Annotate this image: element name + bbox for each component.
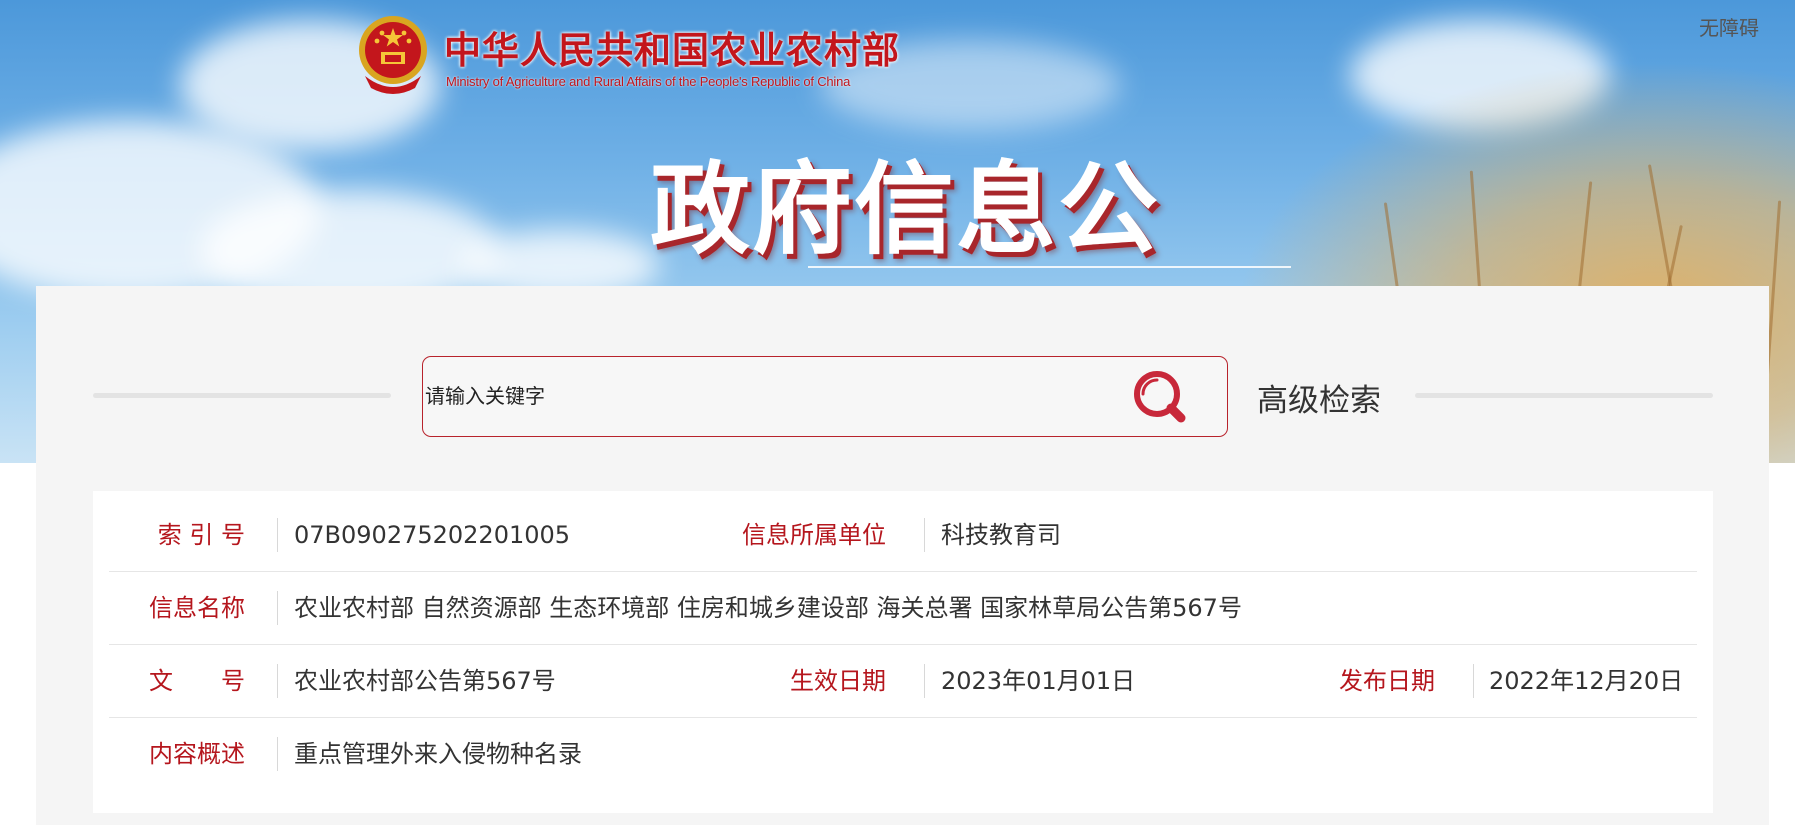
info-table: 索 引 号 07B090275202201005 信息所属单位 科技教育司 信息… [93, 491, 1713, 813]
column-divider [924, 518, 925, 552]
publish-date-value: 2022年12月20日 [1489, 667, 1684, 695]
document-number-label: 文 号 [149, 667, 245, 695]
column-divider [277, 518, 278, 552]
table-row: 索 引 号 07B090275202201005 信息所属单位 科技教育司 [109, 499, 1697, 572]
ministry-name-cn: 中华人民共和国农业农村部 [444, 29, 900, 72]
unit-label: 信息所属单位 [742, 521, 886, 549]
unit-value: 科技教育司 [941, 521, 1061, 549]
search-icon[interactable] [1129, 366, 1193, 430]
national-emblem-icon [359, 16, 427, 94]
publish-date-label: 发布日期 [1339, 667, 1435, 695]
ministry-name-en: Ministry of Agriculture and Rural Affair… [446, 74, 851, 89]
advanced-search-link[interactable]: 高级检索 [1257, 375, 1381, 420]
column-divider [924, 664, 925, 698]
info-name-label: 信息名称 [149, 594, 245, 622]
document-number-value: 农业农村部公告第567号 [294, 667, 556, 695]
effective-date-value: 2023年01月01日 [941, 667, 1136, 695]
search-bar [422, 356, 1228, 437]
info-name-value: 农业农村部 自然资源部 生态环境部 住房和城乡建设部 海关总署 国家林草局公告第… [294, 594, 1242, 622]
table-row: 文 号 农业农村部公告第567号 生效日期 2023年01月01日 发布日期 2… [109, 645, 1697, 718]
search-divider-right [1415, 393, 1713, 398]
index-number-label: 索 引 号 [157, 521, 245, 549]
accessibility-link[interactable]: 无障碍 [1699, 12, 1759, 41]
summary-label: 内容概述 [149, 740, 245, 768]
summary-value: 重点管理外来入侵物种名录 [294, 740, 582, 768]
effective-date-label: 生效日期 [790, 667, 886, 695]
search-divider-left [93, 393, 391, 398]
table-row: 信息名称 农业农村部 自然资源部 生态环境部 住房和城乡建设部 海关总署 国家林… [109, 572, 1697, 645]
column-divider [1473, 664, 1474, 698]
search-input[interactable] [425, 357, 1125, 435]
title-underline [808, 266, 1291, 268]
table-row: 内容概述 重点管理外来入侵物种名录 [109, 718, 1697, 791]
column-divider [277, 591, 278, 625]
column-divider [277, 737, 278, 771]
column-divider [277, 664, 278, 698]
index-number-value: 07B090275202201005 [294, 521, 571, 549]
